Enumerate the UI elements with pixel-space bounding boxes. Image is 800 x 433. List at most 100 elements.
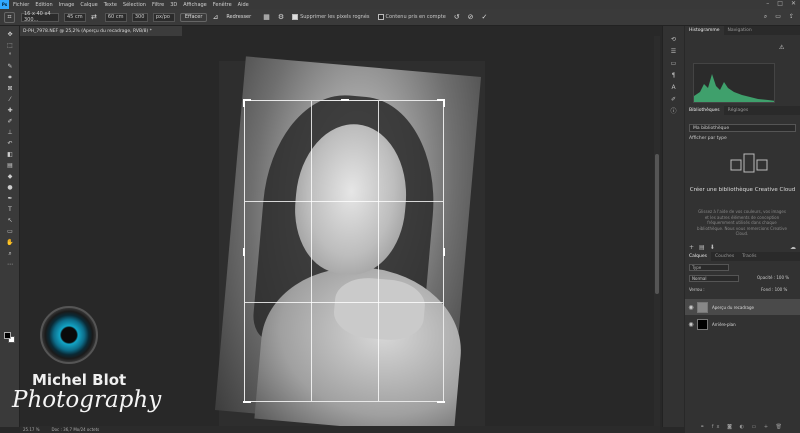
- menu-texte[interactable]: Texte: [104, 2, 117, 8]
- crop-handle-tr-v[interactable]: [443, 99, 445, 107]
- crop-box[interactable]: [243, 99, 445, 403]
- close-icon[interactable]: ✕: [791, 0, 796, 7]
- library-view-select[interactable]: Afficher par type: [689, 136, 727, 141]
- straighten-icon[interactable]: ⊿: [212, 13, 218, 21]
- cloud-icon[interactable]: ☁: [790, 244, 796, 251]
- dodge-tool-icon[interactable]: ●: [5, 185, 15, 191]
- pen-tool-icon[interactable]: ✒: [5, 196, 15, 202]
- eye-icon[interactable]: ◉: [685, 304, 697, 311]
- delete-cropped-box[interactable]: [292, 14, 299, 20]
- crop-handle-bl[interactable]: [243, 401, 251, 403]
- character-icon[interactable]: A: [669, 84, 678, 91]
- move-tool-icon[interactable]: ✥: [5, 32, 15, 38]
- crop-tool-icon[interactable]: ⌗: [4, 11, 15, 23]
- search-icon[interactable]: ⌕: [764, 13, 767, 21]
- brush-tool-icon[interactable]: ✐: [5, 119, 15, 125]
- library-folder-icon[interactable]: ▤: [699, 244, 705, 251]
- stamp-tool-icon[interactable]: ⊥: [5, 130, 15, 136]
- swap-icon[interactable]: ⇄: [91, 13, 97, 21]
- type-tool-icon[interactable]: T: [5, 207, 15, 213]
- trash-icon[interactable]: 🗑: [776, 424, 785, 430]
- cancel-icon[interactable]: ⊘: [468, 13, 474, 21]
- straighten-label[interactable]: Redresser: [226, 14, 251, 20]
- settings-gear-icon[interactable]: ⚙: [278, 13, 284, 21]
- history-brush-tool-icon[interactable]: ↶: [5, 141, 15, 147]
- adjustment-icon[interactable]: ◐: [740, 424, 747, 430]
- menu-filtre[interactable]: Filtre: [152, 2, 164, 8]
- link-icon[interactable]: ⚭: [700, 424, 707, 430]
- warning-icon[interactable]: ⚠: [779, 44, 784, 51]
- content-aware-checkbox[interactable]: Contenu pris en compte: [377, 14, 446, 20]
- comment-icon[interactable]: ▭: [669, 60, 678, 67]
- reset-icon[interactable]: ↺: [454, 13, 460, 21]
- canvas-scrollbar[interactable]: [654, 36, 660, 427]
- crop-handle-tl-v[interactable]: [243, 99, 245, 107]
- layer-row[interactable]: ◉ Arrière-plan: [685, 316, 800, 332]
- tab-libraries[interactable]: Bibliothèques: [685, 106, 724, 115]
- grid-overlay-icon[interactable]: ▦: [263, 13, 270, 21]
- ratio-select[interactable]: 16 x 40 x4 300...: [21, 11, 59, 23]
- blend-mode-select[interactable]: Normal: [689, 275, 739, 282]
- path-select-tool-icon[interactable]: ↖: [5, 218, 15, 224]
- group-icon[interactable]: ▭: [752, 424, 760, 430]
- more-tools-icon[interactable]: ⋯: [5, 262, 15, 268]
- tab-layers[interactable]: Calques: [685, 252, 711, 261]
- menu-image[interactable]: Image: [59, 2, 75, 8]
- library-select[interactable]: Ma bibliothèque: [689, 124, 796, 132]
- share-icon[interactable]: ⇪: [789, 13, 794, 21]
- eyedropper-tool-icon[interactable]: ⁄: [5, 97, 15, 103]
- resolution-field[interactable]: 300: [131, 12, 148, 22]
- paragraph-icon[interactable]: ¶: [669, 72, 678, 79]
- zoom-readout[interactable]: 25.17 %: [23, 427, 40, 432]
- fill-field[interactable]: Fond : 100 %: [761, 287, 787, 292]
- maximize-icon[interactable]: □: [777, 0, 783, 7]
- tab-histogram[interactable]: Histogramme: [685, 26, 724, 35]
- crop-handle-right[interactable]: [443, 248, 445, 256]
- lasso-tool-icon[interactable]: ᐤ: [5, 53, 15, 59]
- history-icon[interactable]: ⟲: [669, 36, 678, 43]
- delete-cropped-checkbox[interactable]: Supprimer les pixels rognés: [292, 14, 370, 20]
- minimize-icon[interactable]: –: [766, 0, 769, 7]
- hand-tool-icon[interactable]: ✋: [5, 240, 15, 246]
- properties-icon[interactable]: ☰: [669, 48, 678, 55]
- info-icon[interactable]: ⓘ: [669, 108, 678, 115]
- height-field[interactable]: 60 cm: [104, 12, 127, 22]
- tab-adjustments[interactable]: Réglages: [724, 106, 753, 115]
- zoom-tool-icon[interactable]: ⌕: [5, 251, 15, 257]
- tab-channels[interactable]: Couches: [711, 252, 738, 261]
- frame-tool-icon[interactable]: ⊠: [5, 86, 15, 92]
- fx-icon[interactable]: fx: [712, 424, 723, 430]
- library-import-icon[interactable]: ⬇: [710, 244, 715, 251]
- document-tab[interactable]: D-PH_7978.NEF @ 25,2% (Aperçu du recadra…: [20, 26, 182, 36]
- menu-fenetre[interactable]: Fenêtre: [213, 2, 232, 8]
- tab-navigation[interactable]: Navigation: [724, 26, 756, 35]
- menu-affichage[interactable]: Affichage: [183, 2, 207, 8]
- tab-paths[interactable]: Tracés: [738, 252, 760, 261]
- crop-handle-top[interactable]: [341, 99, 349, 101]
- menu-selection[interactable]: Sélection: [123, 2, 146, 8]
- crop-tool-icon-active[interactable]: ⌗: [5, 75, 15, 81]
- shape-tool-icon[interactable]: ▭: [5, 229, 15, 235]
- clear-button[interactable]: Effacer: [179, 12, 208, 22]
- crop-handle-left[interactable]: [243, 248, 245, 256]
- foreground-color-swatch[interactable]: [4, 332, 11, 339]
- menu-aide[interactable]: Aide: [238, 2, 249, 8]
- eye-icon[interactable]: ◉: [685, 321, 697, 328]
- new-layer-icon[interactable]: +: [764, 424, 771, 430]
- scrollbar-thumb[interactable]: [655, 154, 659, 294]
- menu-calque[interactable]: Calque: [80, 2, 97, 8]
- menu-edition[interactable]: Edition: [35, 2, 52, 8]
- marquee-tool-icon[interactable]: ⬚: [5, 43, 15, 49]
- opacity-field[interactable]: Opacité : 100 %: [757, 275, 789, 280]
- resolution-unit-select[interactable]: px/po: [152, 12, 175, 22]
- layer-filter-field[interactable]: Type: [689, 264, 729, 271]
- gradient-tool-icon[interactable]: ▤: [5, 163, 15, 169]
- workspace-icon[interactable]: ▭: [775, 13, 781, 21]
- width-field[interactable]: 45 cm: [64, 12, 86, 22]
- content-aware-box[interactable]: [377, 14, 384, 20]
- add-library-icon[interactable]: +: [689, 244, 694, 251]
- canvas-area[interactable]: [20, 36, 660, 427]
- brush-settings-icon[interactable]: ✐: [669, 96, 678, 103]
- menu-3d[interactable]: 3D: [170, 2, 177, 8]
- layer-row[interactable]: ◉ Aperçu du recadrage: [685, 299, 800, 315]
